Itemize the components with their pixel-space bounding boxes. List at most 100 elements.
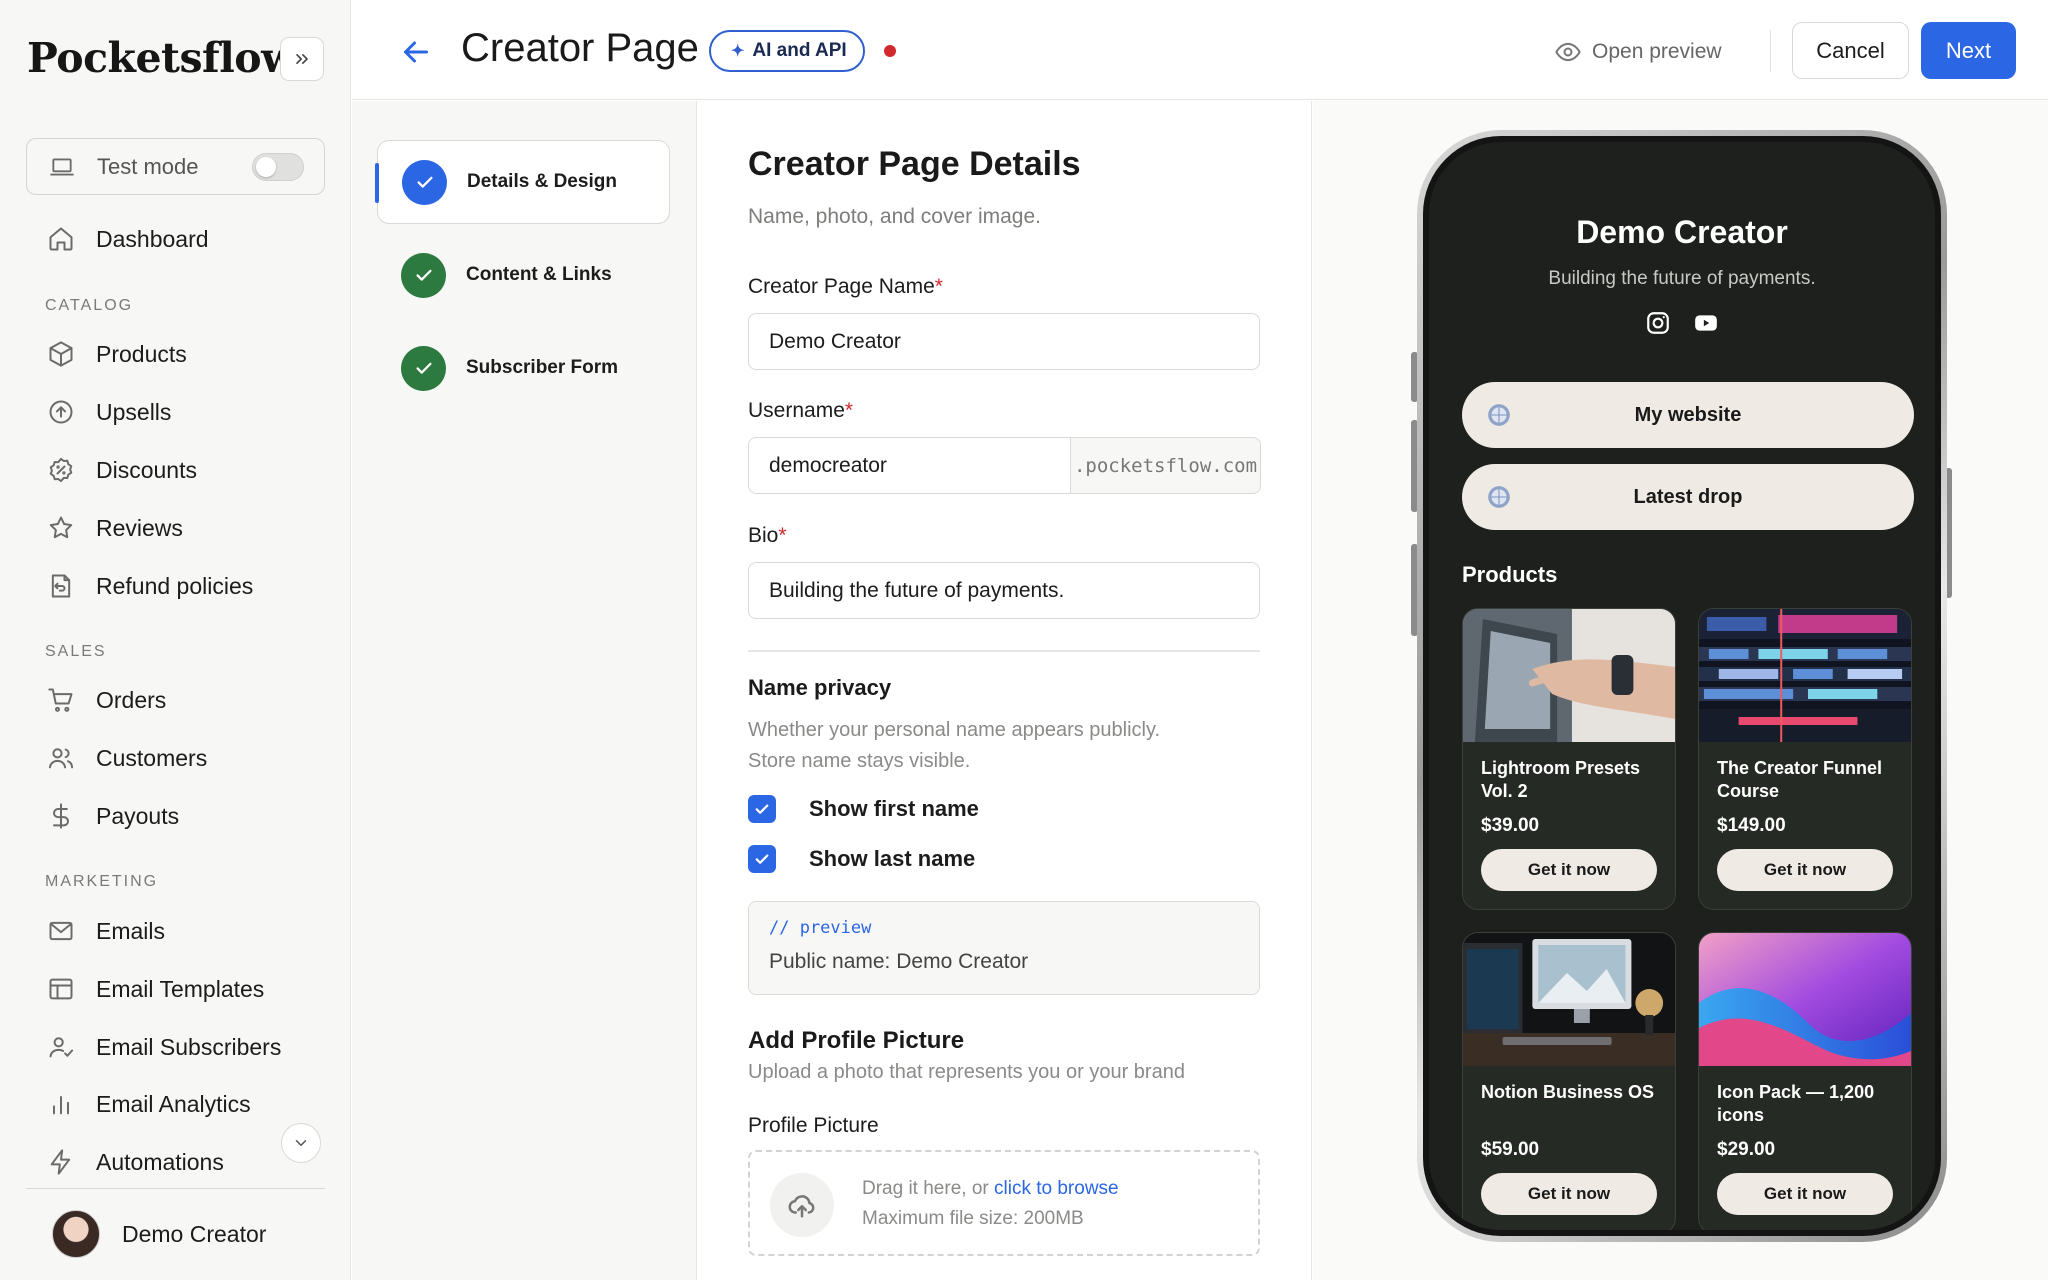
next-button[interactable]: Next	[1921, 22, 2016, 79]
page-title: Creator Page	[461, 26, 699, 70]
sidebar-item-products[interactable]: Products	[44, 334, 187, 374]
sidebar-item-reviews[interactable]: Reviews	[44, 508, 183, 548]
sidebar-item-label: Upsells	[96, 398, 172, 425]
sidebar-item-label: Automations	[96, 1148, 224, 1175]
sidebar-item-refund-policies[interactable]: Refund policies	[44, 566, 253, 606]
step-content-links[interactable]: Content & Links	[377, 233, 670, 317]
sidebar: Pocketsflow Test mode Dashboard CATALOG …	[0, 0, 351, 1280]
step-details-design[interactable]: Details & Design	[375, 140, 670, 224]
link-label: Latest drop	[1633, 485, 1743, 508]
browse-link[interactable]: click to browse	[994, 1178, 1119, 1199]
link-my-website[interactable]: My website	[1462, 382, 1914, 448]
product-image-gradient-waves	[1699, 933, 1911, 1066]
receipt-refund-icon	[44, 569, 78, 603]
sidebar-item-automations[interactable]: Automations	[44, 1142, 224, 1182]
sidebar-item-label: Email Templates	[96, 975, 265, 1002]
profile-picture-description: Upload a photo that represents you or yo…	[748, 1061, 1185, 1083]
section-label-catalog: CATALOG	[45, 297, 134, 314]
product-card[interactable]: Notion Business OS $59.00 Get it now	[1462, 932, 1676, 1230]
product-card[interactable]: Icon Pack — 1,200 icons $29.00 Get it no…	[1698, 932, 1912, 1230]
show-last-name-checkbox[interactable]: Show last name	[748, 845, 975, 873]
public-name-preview: // preview Public name: Demo Creator	[748, 901, 1260, 995]
sidebar-item-email-analytics[interactable]: Email Analytics	[44, 1084, 251, 1124]
step-subscriber-form[interactable]: Subscriber Form	[377, 326, 670, 410]
product-image-desk-setup	[1463, 933, 1675, 1066]
sidebar-item-customers[interactable]: Customers	[44, 738, 207, 778]
product-name: Lightroom Presets Vol. 2	[1481, 758, 1641, 801]
sidebar-item-emails[interactable]: Emails	[44, 911, 165, 951]
product-card[interactable]: The Creator Funnel Course $149.00 Get it…	[1698, 608, 1912, 910]
instagram-icon[interactable]	[1645, 310, 1671, 336]
test-mode-toggle[interactable]	[252, 153, 304, 181]
user-check-icon	[44, 1030, 78, 1064]
step-label: Details & Design	[467, 171, 617, 192]
check-icon	[402, 159, 447, 205]
laptop-icon	[50, 157, 74, 176]
brand-logo[interactable]: Pocketsflow	[27, 34, 296, 82]
layout-template-icon	[44, 972, 78, 1006]
home-icon	[44, 222, 78, 256]
back-arrow-icon[interactable]	[398, 34, 434, 70]
get-it-now-button[interactable]: Get it now	[1481, 849, 1657, 891]
sidebar-item-payouts[interactable]: Payouts	[44, 796, 179, 836]
sidebar-item-email-subscribers[interactable]: Email Subscribers	[44, 1027, 281, 1067]
phone-screen: Demo Creator Building the future of paym…	[1429, 142, 1935, 1230]
sidebar-item-label: Discounts	[96, 456, 197, 483]
step-label: Subscriber Form	[466, 357, 619, 378]
mail-icon	[44, 914, 78, 948]
sidebar-item-label: Orders	[96, 686, 167, 713]
sidebar-item-label: Payouts	[96, 802, 180, 829]
sidebar-item-label: Refund policies	[96, 572, 254, 599]
bio-input[interactable]: Building the future of payments.	[748, 562, 1260, 619]
sidebar-item-label: Customers	[96, 744, 208, 771]
bar-chart-icon	[44, 1087, 78, 1121]
username-label: Username*	[748, 399, 854, 422]
sidebar-item-upsells[interactable]: Upsells	[44, 392, 171, 432]
sidebar-item-orders[interactable]: Orders	[44, 680, 166, 720]
product-name: Notion Business OS	[1481, 1082, 1655, 1102]
get-it-now-button[interactable]: Get it now	[1717, 849, 1893, 891]
sidebar-item-label: Email Subscribers	[96, 1033, 282, 1060]
step-label: Content & Links	[466, 264, 612, 285]
sidebar-item-email-templates[interactable]: Email Templates	[44, 969, 264, 1009]
details-form: Creator Page Details Name, photo, and co…	[698, 101, 1312, 1280]
test-mode-label: Test mode	[97, 153, 199, 179]
form-title: Creator Page Details	[748, 145, 1081, 183]
sidebar-item-discounts[interactable]: Discounts	[44, 450, 197, 490]
user-name: Demo Creator	[122, 1220, 267, 1247]
show-first-name-checkbox[interactable]: Show first name	[748, 795, 979, 823]
divider	[26, 1188, 325, 1189]
profile-picture-label: Profile Picture	[748, 1114, 879, 1137]
test-mode-control[interactable]: Test mode	[26, 138, 325, 195]
divider	[748, 650, 1260, 652]
avatar	[52, 1210, 100, 1258]
product-price: $29.00	[1717, 1139, 1776, 1160]
cancel-button[interactable]: Cancel	[1792, 22, 1909, 79]
product-price: $59.00	[1481, 1139, 1540, 1160]
ai-and-api-chip[interactable]: ✦ AI and API	[709, 30, 865, 72]
globe-icon	[1488, 486, 1510, 508]
get-it-now-button[interactable]: Get it now	[1481, 1173, 1657, 1215]
scroll-down-button[interactable]	[281, 1123, 321, 1163]
user-profile[interactable]: Demo Creator	[52, 1210, 266, 1258]
product-card[interactable]: Lightroom Presets Vol. 2 $39.00 Get it n…	[1462, 608, 1676, 910]
get-it-now-button[interactable]: Get it now	[1717, 1173, 1893, 1215]
creator-bio: Building the future of payments.	[1548, 268, 1816, 289]
collapse-sidebar-button[interactable]	[280, 37, 324, 81]
globe-icon	[1488, 404, 1510, 426]
product-image-laptop	[1463, 609, 1675, 742]
open-preview-button[interactable]: Open preview	[1554, 34, 1722, 70]
check-icon	[401, 345, 446, 391]
creator-page-name-input[interactable]: Demo Creator	[748, 313, 1260, 370]
divider	[1770, 30, 1771, 72]
product-price: $149.00	[1717, 815, 1786, 836]
sidebar-item-label: Dashboard	[96, 225, 209, 252]
lightning-icon	[44, 1145, 78, 1179]
checkbox-label: Show first name	[809, 796, 979, 821]
unsaved-indicator-dot	[884, 45, 896, 57]
profile-picture-dropzone[interactable]: Drag it here, or click to browse Maximum…	[748, 1150, 1260, 1256]
youtube-icon[interactable]	[1693, 310, 1719, 336]
username-input[interactable]: democreator .pocketsflow.com	[748, 437, 1261, 494]
link-latest-drop[interactable]: Latest drop	[1462, 464, 1914, 530]
sidebar-item-dashboard[interactable]: Dashboard	[44, 219, 209, 259]
